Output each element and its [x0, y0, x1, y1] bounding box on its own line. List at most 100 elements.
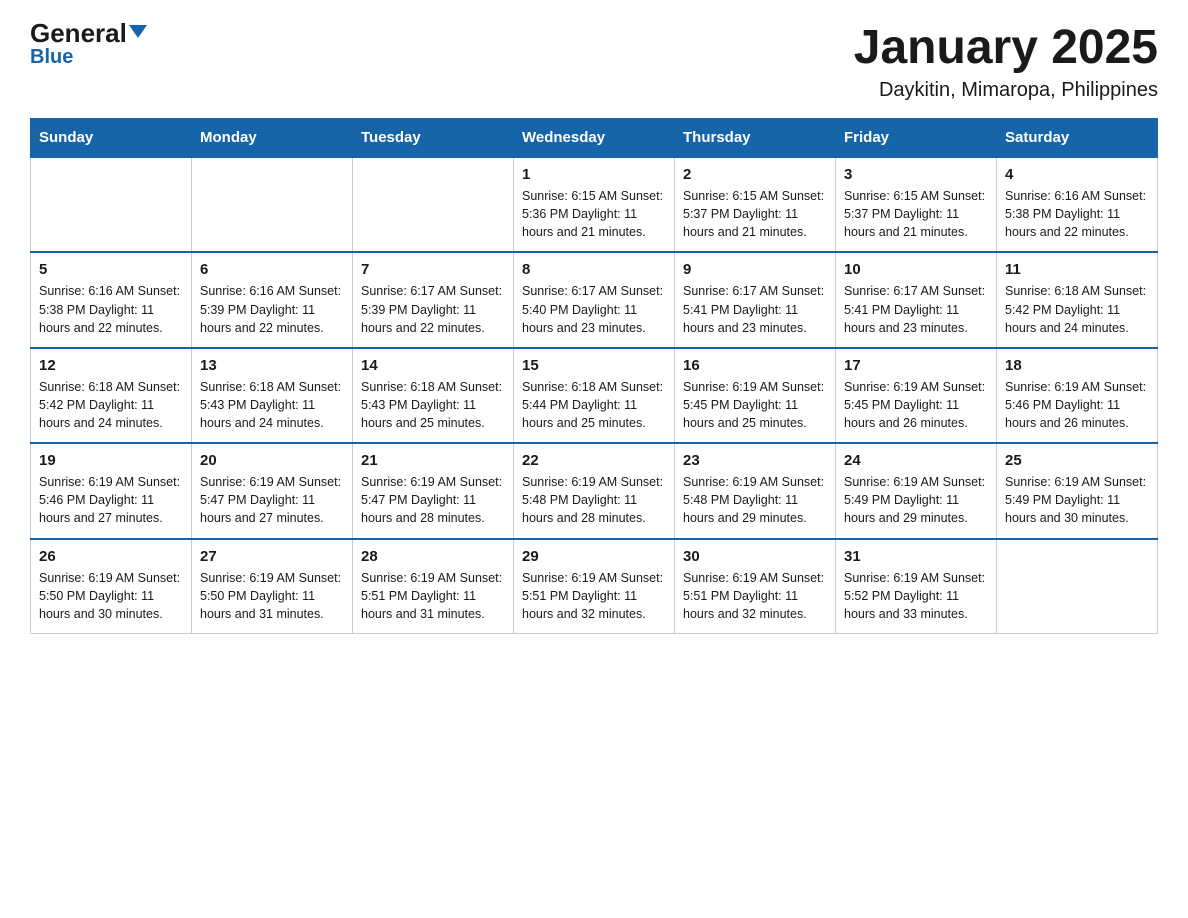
- day-number: 6: [200, 261, 344, 278]
- day-info: Sunrise: 6:19 AM Sunset: 5:46 PM Dayligh…: [1005, 378, 1149, 432]
- day-cell: 7Sunrise: 6:17 AM Sunset: 5:39 PM Daylig…: [353, 252, 514, 347]
- day-info: Sunrise: 6:19 AM Sunset: 5:49 PM Dayligh…: [844, 473, 988, 527]
- header-day-friday: Friday: [836, 119, 997, 158]
- day-number: 27: [200, 548, 344, 565]
- day-info: Sunrise: 6:17 AM Sunset: 5:40 PM Dayligh…: [522, 282, 666, 336]
- day-cell: 25 Sunrise: 6:19 AM Sunset: 5:49 PM Dayli…: [997, 443, 1158, 538]
- day-info: Sunrise: 6:19 AM Sunset: 5:46 PM Dayligh…: [39, 473, 183, 527]
- day-number: 9: [683, 261, 827, 278]
- day-cell: 29Sunrise: 6:19 AM Sunset: 5:51 PM Dayli…: [514, 539, 675, 634]
- title-area: January 2025 Daykitin, Mimaropa, Philipp…: [854, 20, 1158, 102]
- day-cell: 6 Sunrise: 6:16 AM Sunset: 5:39 PM Daylig…: [192, 252, 353, 347]
- day-number: 26: [39, 548, 183, 565]
- day-number: 12: [39, 357, 183, 374]
- day-info: Sunrise: 6:18 AM Sunset: 5:43 PM Dayligh…: [361, 378, 505, 432]
- header-row: SundayMondayTuesdayWednesdayThursdayFrid…: [31, 119, 1158, 158]
- day-number: 1: [522, 166, 666, 183]
- logo-blue: Blue: [30, 46, 73, 69]
- day-cell: [31, 157, 192, 252]
- day-cell: 12 Sunrise: 6:18 AM Sunset: 5:42 PM Dayli…: [31, 348, 192, 443]
- week-row-4: 19Sunrise: 6:19 AM Sunset: 5:46 PM Dayli…: [31, 443, 1158, 538]
- calendar-title: January 2025: [854, 20, 1158, 75]
- header-day-thursday: Thursday: [675, 119, 836, 158]
- day-cell: [353, 157, 514, 252]
- day-number: 22: [522, 452, 666, 469]
- logo-triangle-icon: [129, 25, 147, 38]
- header-day-monday: Monday: [192, 119, 353, 158]
- day-info: Sunrise: 6:18 AM Sunset: 5:42 PM Dayligh…: [39, 378, 183, 432]
- week-row-1: 1 Sunrise: 6:15 AM Sunset: 5:36 PM Daylig…: [31, 157, 1158, 252]
- day-info: Sunrise: 6:17 AM Sunset: 5:41 PM Dayligh…: [683, 282, 827, 336]
- day-number: 4: [1005, 166, 1149, 183]
- day-number: 5: [39, 261, 183, 278]
- day-cell: 19Sunrise: 6:19 AM Sunset: 5:46 PM Dayli…: [31, 443, 192, 538]
- day-number: 2: [683, 166, 827, 183]
- day-cell: 28 Sunrise: 6:19 AM Sunset: 5:51 PM Dayli…: [353, 539, 514, 634]
- day-info: Sunrise: 6:17 AM Sunset: 5:41 PM Dayligh…: [844, 282, 988, 336]
- day-info: Sunrise: 6:16 AM Sunset: 5:39 PM Dayligh…: [200, 282, 344, 336]
- day-cell: 14Sunrise: 6:18 AM Sunset: 5:43 PM Dayli…: [353, 348, 514, 443]
- day-info: Sunrise: 6:15 AM Sunset: 5:37 PM Dayligh…: [683, 187, 827, 241]
- week-row-2: 5Sunrise: 6:16 AM Sunset: 5:38 PM Daylig…: [31, 252, 1158, 347]
- page-header: General Blue January 2025 Daykitin, Mima…: [30, 20, 1158, 102]
- day-cell: 24 Sunrise: 6:19 AM Sunset: 5:49 PM Dayli…: [836, 443, 997, 538]
- day-info: Sunrise: 6:19 AM Sunset: 5:47 PM Dayligh…: [200, 473, 344, 527]
- calendar-subtitle: Daykitin, Mimaropa, Philippines: [854, 79, 1158, 102]
- day-cell: 18 Sunrise: 6:19 AM Sunset: 5:46 PM Dayli…: [997, 348, 1158, 443]
- day-number: 20: [200, 452, 344, 469]
- day-cell: 16 Sunrise: 6:19 AM Sunset: 5:45 PM Dayli…: [675, 348, 836, 443]
- day-cell: 10 Sunrise: 6:17 AM Sunset: 5:41 PM Dayli…: [836, 252, 997, 347]
- day-number: 18: [1005, 357, 1149, 374]
- day-number: 24: [844, 452, 988, 469]
- day-cell: 30Sunrise: 6:19 AM Sunset: 5:51 PM Dayli…: [675, 539, 836, 634]
- day-info: Sunrise: 6:15 AM Sunset: 5:37 PM Dayligh…: [844, 187, 988, 241]
- day-info: Sunrise: 6:16 AM Sunset: 5:38 PM Dayligh…: [1005, 187, 1149, 241]
- header-day-tuesday: Tuesday: [353, 119, 514, 158]
- day-number: 17: [844, 357, 988, 374]
- day-number: 8: [522, 261, 666, 278]
- day-number: 30: [683, 548, 827, 565]
- day-number: 16: [683, 357, 827, 374]
- day-info: Sunrise: 6:17 AM Sunset: 5:39 PM Dayligh…: [361, 282, 505, 336]
- day-info: Sunrise: 6:19 AM Sunset: 5:45 PM Dayligh…: [844, 378, 988, 432]
- day-info: Sunrise: 6:19 AM Sunset: 5:49 PM Dayligh…: [1005, 473, 1149, 527]
- day-cell: 17 Sunrise: 6:19 AM Sunset: 5:45 PM Dayli…: [836, 348, 997, 443]
- day-number: 29: [522, 548, 666, 565]
- calendar-body: 1 Sunrise: 6:15 AM Sunset: 5:36 PM Daylig…: [31, 157, 1158, 633]
- day-number: 31: [844, 548, 988, 565]
- day-cell: 1 Sunrise: 6:15 AM Sunset: 5:36 PM Daylig…: [514, 157, 675, 252]
- day-number: 10: [844, 261, 988, 278]
- day-cell: 21 Sunrise: 6:19 AM Sunset: 5:47 PM Dayli…: [353, 443, 514, 538]
- day-cell: [997, 539, 1158, 634]
- day-info: Sunrise: 6:19 AM Sunset: 5:50 PM Dayligh…: [200, 569, 344, 623]
- day-cell: 9 Sunrise: 6:17 AM Sunset: 5:41 PM Daylig…: [675, 252, 836, 347]
- day-number: 28: [361, 548, 505, 565]
- day-info: Sunrise: 6:19 AM Sunset: 5:48 PM Dayligh…: [522, 473, 666, 527]
- day-number: 25: [1005, 452, 1149, 469]
- calendar-header: SundayMondayTuesdayWednesdayThursdayFrid…: [31, 119, 1158, 158]
- logo: General Blue: [30, 20, 147, 69]
- day-info: Sunrise: 6:19 AM Sunset: 5:50 PM Dayligh…: [39, 569, 183, 623]
- day-info: Sunrise: 6:19 AM Sunset: 5:51 PM Dayligh…: [361, 569, 505, 623]
- day-info: Sunrise: 6:15 AM Sunset: 5:36 PM Dayligh…: [522, 187, 666, 241]
- day-info: Sunrise: 6:19 AM Sunset: 5:47 PM Dayligh…: [361, 473, 505, 527]
- day-cell: 27 Sunrise: 6:19 AM Sunset: 5:50 PM Dayli…: [192, 539, 353, 634]
- day-cell: 8 Sunrise: 6:17 AM Sunset: 5:40 PM Daylig…: [514, 252, 675, 347]
- day-cell: [192, 157, 353, 252]
- day-cell: 20 Sunrise: 6:19 AM Sunset: 5:47 PM Dayli…: [192, 443, 353, 538]
- calendar-table: SundayMondayTuesdayWednesdayThursdayFrid…: [30, 118, 1158, 634]
- day-cell: 15Sunrise: 6:18 AM Sunset: 5:44 PM Dayli…: [514, 348, 675, 443]
- day-info: Sunrise: 6:18 AM Sunset: 5:44 PM Dayligh…: [522, 378, 666, 432]
- day-cell: 3 Sunrise: 6:15 AM Sunset: 5:37 PM Daylig…: [836, 157, 997, 252]
- day-cell: 4 Sunrise: 6:16 AM Sunset: 5:38 PM Daylig…: [997, 157, 1158, 252]
- day-info: Sunrise: 6:18 AM Sunset: 5:42 PM Dayligh…: [1005, 282, 1149, 336]
- day-info: Sunrise: 6:19 AM Sunset: 5:48 PM Dayligh…: [683, 473, 827, 527]
- day-number: 21: [361, 452, 505, 469]
- day-cell: 23Sunrise: 6:19 AM Sunset: 5:48 PM Dayli…: [675, 443, 836, 538]
- header-day-saturday: Saturday: [997, 119, 1158, 158]
- day-cell: 31Sunrise: 6:19 AM Sunset: 5:52 PM Dayli…: [836, 539, 997, 634]
- header-day-sunday: Sunday: [31, 119, 192, 158]
- day-info: Sunrise: 6:19 AM Sunset: 5:45 PM Dayligh…: [683, 378, 827, 432]
- day-number: 13: [200, 357, 344, 374]
- day-number: 3: [844, 166, 988, 183]
